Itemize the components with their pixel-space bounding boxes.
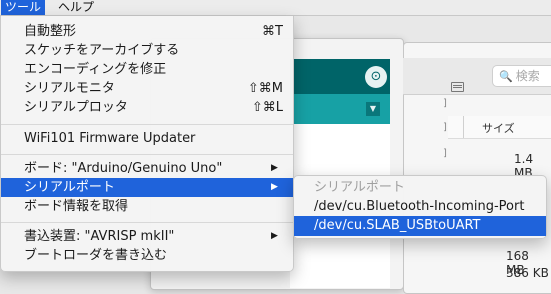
bracket-mark: ] <box>443 98 447 109</box>
column-separator[interactable] <box>463 116 464 138</box>
search-field[interactable]: 🔍 検索 <box>492 65 551 87</box>
search-placeholder: 検索 <box>515 69 540 83</box>
serial-monitor-button[interactable]: ⊙ <box>365 66 387 88</box>
menu-item-programmer[interactable]: 書込装置: "AVRISP mkII" ▶ <box>1 227 293 246</box>
port-label: /dev/cu.Bluetooth-Incoming-Port <box>314 199 525 214</box>
menu-item-label: エンコーディングを修正 <box>24 62 167 77</box>
menu-item-wifi101-updater[interactable]: WiFi101 Firmware Updater <box>1 129 293 148</box>
magnifier-icon: ⊙ <box>370 69 382 84</box>
tab-menu-button[interactable]: ▼ <box>366 102 380 116</box>
port-slab-usbtouart[interactable]: /dev/cu.SLAB_USBtoUART <box>294 216 546 236</box>
bracket-mark: ] <box>443 122 447 133</box>
triangle-down-icon: ▼ <box>369 104 377 113</box>
size-value: 386 KB <box>506 266 549 280</box>
menu-item-board[interactable]: ボード: "Arduino/Genuino Uno" ▶ <box>1 159 293 178</box>
menu-item-burn-bootloader[interactable]: ブートローダを書き込む <box>1 246 293 265</box>
menu-help[interactable]: ヘルプ <box>54 0 98 15</box>
menu-item-label: スケッチをアーカイブする <box>24 43 180 58</box>
menu-item-label: ブートローダを書き込む <box>24 248 168 263</box>
shortcut-label: ⇧⌘M <box>247 81 283 96</box>
serial-port-submenu: シリアルポート /dev/cu.Bluetooth-Incoming-Port … <box>293 175 547 239</box>
tools-menu: 自動整形 ⌘T スケッチをアーカイブする エンコーディングを修正 シリアルモニタ… <box>0 16 294 272</box>
shortcut-label: ⌘T <box>262 24 283 39</box>
menu-item-fix-encoding[interactable]: エンコーディングを修正 <box>1 60 293 79</box>
menu-item-label: シリアルモニタ <box>24 81 115 96</box>
menu-item-label: ボード: "Arduino/Genuino Uno" <box>24 161 223 176</box>
menu-separator <box>1 154 293 155</box>
column-size-header[interactable]: サイズ <box>482 120 515 136</box>
menu-item-archive-sketch[interactable]: スケッチをアーカイブする <box>1 41 293 60</box>
list-view-icon[interactable] <box>451 82 464 92</box>
bracket-mark: ] <box>443 148 447 159</box>
port-label: /dev/cu.SLAB_USBtoUART <box>314 218 481 233</box>
menu-item-auto-format[interactable]: 自動整形 ⌘T <box>1 22 293 41</box>
submenu-header-label: シリアルポート <box>314 180 405 195</box>
submenu-arrow-icon: ▶ <box>271 163 278 173</box>
menu-item-label: 自動整形 <box>24 24 77 39</box>
shortcut-label: ⇧⌘L <box>251 100 283 115</box>
menu-item-serial-monitor[interactable]: シリアルモニタ ⇧⌘M <box>1 79 293 98</box>
port-bluetooth-incoming[interactable]: /dev/cu.Bluetooth-Incoming-Port <box>294 197 546 217</box>
submenu-arrow-icon: ▶ <box>271 182 278 192</box>
menu-item-label: シリアルプロッタ <box>24 100 128 115</box>
menu-item-serial-port[interactable]: シリアルポート ▶ <box>1 178 293 197</box>
menu-bar: ツール ヘルプ <box>0 0 551 16</box>
submenu-arrow-icon: ▶ <box>271 231 278 241</box>
menu-item-board-info[interactable]: ボード情報を取得 <box>1 197 293 216</box>
menu-item-serial-plotter[interactable]: シリアルプロッタ ⇧⌘L <box>1 98 293 117</box>
menu-tools[interactable]: ツール <box>1 0 46 15</box>
search-icon: 🔍 <box>499 70 513 83</box>
menu-separator <box>1 124 293 125</box>
menu-separator <box>1 222 293 223</box>
submenu-header: シリアルポート <box>294 178 546 198</box>
menu-item-label: ボード情報を取得 <box>24 199 129 214</box>
menu-item-label: WiFi101 Firmware Updater <box>24 131 196 146</box>
menu-item-label: 書込装置: "AVRISP mkII" <box>24 229 175 244</box>
menu-item-label: シリアルポート <box>24 180 115 195</box>
